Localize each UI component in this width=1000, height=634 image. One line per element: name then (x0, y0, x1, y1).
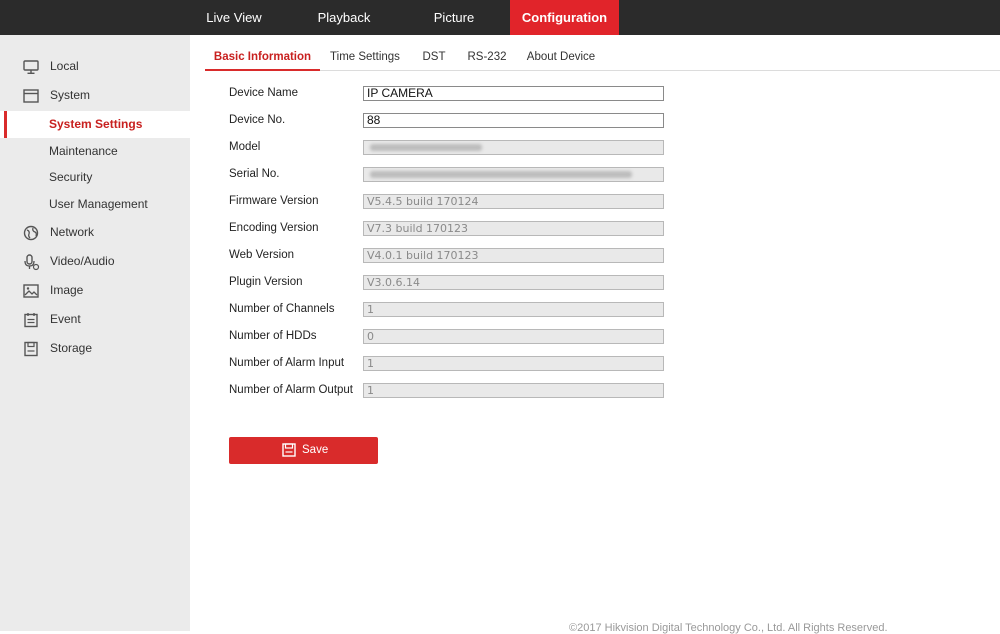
serial-no-field (363, 167, 664, 182)
top-nav-bar: Live View Playback Picture Configuration (0, 0, 1000, 35)
sidebar-item-system[interactable]: System (0, 82, 190, 109)
image-icon (23, 284, 39, 298)
num-hdds-field: 0 (363, 329, 664, 344)
num-channels-label: Number of Channels (229, 303, 335, 315)
sidebar-item-label: Local (50, 59, 79, 73)
device-no-label: Device No. (229, 114, 286, 126)
sidebar-item-user-management[interactable]: User Management (0, 191, 190, 218)
firmware-version-field: V5.4.5 build 170124 (363, 194, 664, 209)
num-channels-field: 1 (363, 302, 664, 317)
device-no-input[interactable]: 88 (363, 113, 664, 128)
serial-no-label: Serial No. (229, 168, 280, 180)
encoding-version-label: Encoding Version (229, 222, 319, 234)
sidebar-item-event[interactable]: Event (0, 306, 190, 333)
web-version-label: Web Version (229, 249, 294, 261)
sidebar-item-image[interactable]: Image (0, 277, 190, 304)
sidebar-item-maintenance[interactable]: Maintenance (0, 138, 190, 165)
save-button-label: Save (302, 444, 329, 456)
num-alarm-output-label: Number of Alarm Output (229, 384, 353, 396)
model-label: Model (229, 141, 261, 153)
nav-configuration[interactable]: Configuration (510, 0, 619, 35)
sidebar-item-label: User Management (49, 197, 148, 211)
sidebar-item-system-settings[interactable]: System Settings (0, 111, 190, 138)
num-alarm-input-field: 1 (363, 356, 664, 371)
sidebar-item-network[interactable]: Network (0, 219, 190, 246)
sidebar-item-local[interactable]: Local (0, 53, 190, 80)
nav-live-view[interactable]: Live View (190, 0, 278, 35)
sidebar: Local System System Settings Maintenance… (0, 35, 190, 631)
save-icon (282, 443, 296, 457)
tab-dst[interactable]: DST (419, 43, 449, 71)
sidebar-item-label: Image (50, 283, 84, 297)
sidebar-item-label: Event (50, 312, 81, 326)
num-hdds-label: Number of HDDs (229, 330, 317, 342)
plugin-version-field: V3.0.6.14 (363, 275, 664, 290)
sidebar-item-label: Video/Audio (50, 254, 115, 268)
window-icon (23, 89, 39, 103)
sidebar-item-label: System (50, 88, 91, 102)
redacted-value (370, 171, 632, 178)
tab-about-device[interactable]: About Device (526, 43, 596, 71)
save-button[interactable]: Save (229, 437, 378, 464)
tab-basic-information[interactable]: Basic Information (205, 43, 320, 71)
tab-bar: Basic Information Time Settings DST RS-2… (205, 43, 1000, 71)
sidebar-item-storage[interactable]: Storage (0, 335, 190, 362)
microphone-icon (24, 254, 40, 271)
num-alarm-input-label: Number of Alarm Input (229, 357, 345, 369)
sidebar-item-video-audio[interactable]: Video/Audio (0, 248, 190, 275)
model-field (363, 140, 664, 155)
device-name-input[interactable]: IP CAMERA (363, 86, 664, 101)
nav-playback[interactable]: Playback (297, 0, 391, 35)
sidebar-item-security[interactable]: Security (0, 164, 190, 191)
globe-icon (23, 225, 39, 241)
disk-icon (24, 341, 38, 357)
redacted-value (370, 144, 482, 151)
device-name-label: Device Name (229, 87, 299, 99)
sidebar-item-label: Network (50, 225, 95, 239)
encoding-version-field: V7.3 build 170123 (363, 221, 664, 236)
nav-picture[interactable]: Picture (414, 0, 494, 35)
tab-time-settings[interactable]: Time Settings (329, 43, 401, 71)
calendar-icon (24, 313, 38, 328)
tab-rs-232[interactable]: RS-232 (465, 43, 509, 71)
sidebar-item-label: System Settings (49, 117, 143, 131)
monitor-icon (23, 60, 39, 75)
footer-copyright: ©2017 Hikvision Digital Technology Co., … (569, 622, 888, 634)
plugin-version-label: Plugin Version (229, 276, 303, 288)
web-version-field: V4.0.1 build 170123 (363, 248, 664, 263)
num-alarm-output-field: 1 (363, 383, 664, 398)
sidebar-item-label: Maintenance (49, 144, 118, 158)
sidebar-item-label: Storage (50, 341, 93, 355)
sidebar-item-label: Security (49, 170, 93, 184)
firmware-version-label: Firmware Version (229, 195, 319, 207)
